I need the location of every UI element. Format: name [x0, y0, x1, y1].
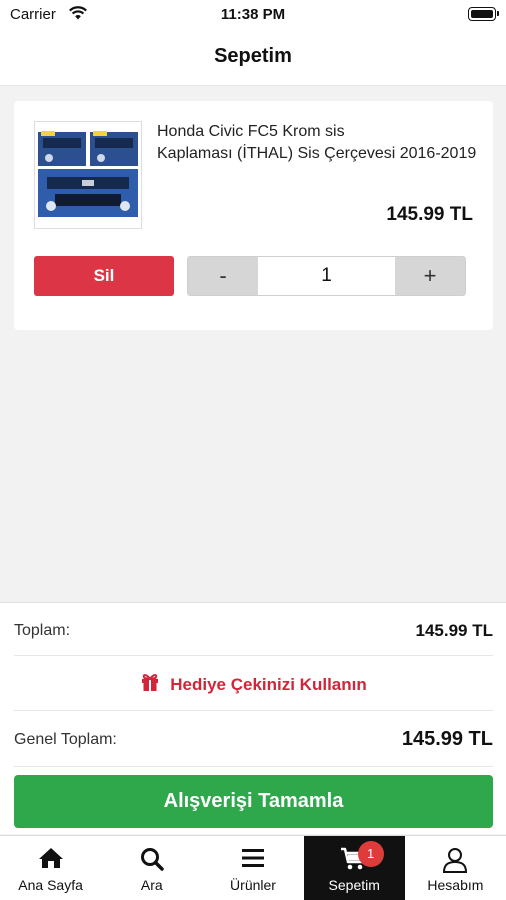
tab-search[interactable]: Ara: [101, 836, 202, 900]
status-bar: Carrier 11:38 PM: [0, 0, 506, 30]
product-price: 145.99 TL: [386, 204, 473, 225]
search-icon: [101, 846, 202, 874]
checkout-button[interactable]: Alışverişi Tamamla: [14, 775, 493, 828]
home-icon: [0, 846, 101, 874]
gift-voucher-link[interactable]: Hediye Çekinizi Kullanın: [170, 675, 367, 695]
tab-account[interactable]: Hesabım: [405, 836, 506, 900]
gift-voucher-row[interactable]: Hediye Çekinizi Kullanın: [14, 656, 493, 711]
tab-products[interactable]: Ürünler: [202, 836, 303, 900]
tab-home[interactable]: Ana Sayfa: [0, 836, 101, 900]
increase-button[interactable]: +: [395, 257, 465, 295]
product-name-line1: Honda Civic FC5 Krom sis: [157, 123, 345, 140]
battery-icon: [468, 7, 499, 21]
product-image[interactable]: [34, 121, 142, 229]
order-summary: Toplam: 145.99 TL Hediye Çekinizi Kullan…: [0, 602, 506, 834]
quantity-stepper: - 1 +: [187, 256, 466, 296]
menu-icon: [202, 846, 303, 874]
gift-icon: [140, 672, 160, 697]
cart-item-card: Honda Civic FC5 Krom sis Kaplaması (İTHA…: [14, 101, 493, 330]
grand-total-value: 145.99 TL: [401, 728, 493, 750]
user-icon: [405, 846, 506, 874]
quantity-field[interactable]: 1: [258, 257, 395, 295]
grand-total-row: Genel Toplam: 145.99 TL: [14, 711, 493, 767]
page-title: Sepetim: [214, 45, 292, 67]
tab-cart-label: Sepetim: [328, 877, 380, 893]
tab-search-label: Ara: [140, 877, 163, 893]
tab-products-label: Ürünler: [230, 877, 276, 893]
tab-home-label: Ana Sayfa: [18, 877, 83, 893]
product-name-line2: Kaplaması (İTHAL) Sis Çerçevesi 2016-201…: [157, 145, 477, 162]
cart-icon: [304, 846, 405, 874]
status-time: 11:38 PM: [220, 6, 286, 23]
subtotal-row: Toplam: 145.99 TL: [14, 603, 493, 656]
subtotal-label: Toplam:: [14, 622, 71, 639]
subtotal-value: 145.99 TL: [415, 621, 494, 640]
cart-count-badge: 1: [357, 841, 384, 867]
tab-account-label: Hesabım: [427, 877, 484, 893]
nav-bar: Sepetim: [0, 30, 506, 86]
grand-total-label: Genel Toplam:: [14, 731, 117, 748]
tab-bar: Ana Sayfa Ara Ürünler 1 Sepetim Hesabım: [0, 835, 506, 900]
delete-button[interactable]: Sil: [34, 256, 174, 296]
tab-cart[interactable]: 1 Sepetim: [303, 836, 405, 900]
product-name[interactable]: Honda Civic FC5 Krom sis Kaplaması (İTHA…: [157, 121, 477, 165]
decrease-button[interactable]: -: [188, 257, 258, 295]
